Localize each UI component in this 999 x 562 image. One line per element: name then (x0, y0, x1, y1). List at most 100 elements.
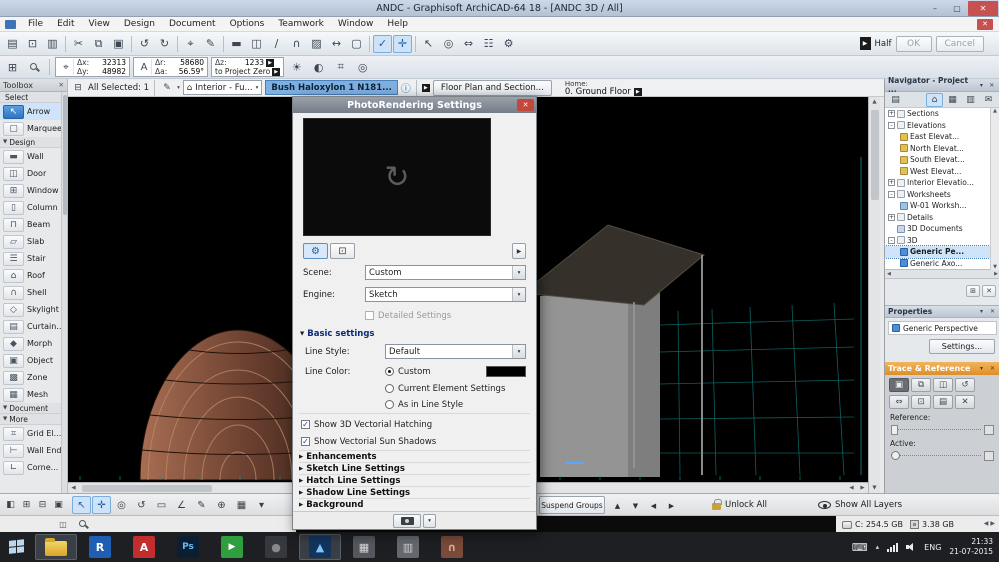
dialog-titlebar[interactable]: PhotoRendering Settings ✕ (293, 97, 536, 113)
tool-grid-element[interactable]: ⌗ Grid El... (0, 425, 67, 442)
new-folder-icon[interactable]: ⊞ (966, 285, 980, 297)
tree-item-details[interactable]: + Details (885, 212, 999, 224)
toolbox-group-design[interactable]: ▼ Design (0, 137, 67, 148)
markup-pen-icon[interactable]: ✎ (192, 496, 211, 514)
mirror-icon[interactable]: ⇔ (459, 35, 478, 53)
tree-item-generic-perspective[interactable]: Generic Pe... (885, 245, 999, 259)
da-input[interactable]: 56.59° (172, 67, 204, 76)
layers-icon[interactable]: ☷ (479, 35, 498, 53)
close-icon[interactable]: ✕ (988, 365, 997, 372)
default-settings-icon[interactable]: ✎ (160, 81, 174, 95)
tree-item-3d-documents[interactable]: 3D Documents (885, 223, 999, 235)
chevron-down-icon[interactable]: ▾ (977, 308, 986, 315)
section-enhancements[interactable]: ▶ Enhancements (299, 450, 530, 462)
menu-edit[interactable]: Edit (50, 19, 81, 29)
splitter-icon[interactable]: ▤ (933, 395, 953, 409)
scroll-right-icon[interactable]: ▶ (990, 520, 995, 527)
as-in-line-style-radio[interactable] (385, 400, 394, 409)
marquee-icon[interactable]: ▢ (347, 35, 366, 53)
cancel-button[interactable]: Cancel (935, 35, 984, 52)
slider-value-box[interactable] (984, 424, 994, 435)
find-select-icon[interactable]: ⌖ (181, 35, 200, 53)
print-icon[interactable]: ▥ (43, 35, 62, 53)
properties-header[interactable]: Properties ▾ ✕ (885, 305, 999, 318)
redo-icon[interactable]: ↻ (155, 35, 174, 53)
show-3d-hatching-checkbox[interactable]: ✓ (301, 420, 310, 429)
menu-window[interactable]: Window (331, 19, 381, 29)
tree-item-east-elevation[interactable]: East Elevat... (885, 131, 999, 143)
scroll-left-icon[interactable]: ◀ (887, 271, 891, 277)
rebuild-icon[interactable]: ↺ (955, 378, 975, 392)
wall-object[interactable] (540, 288, 660, 477)
pen-icon[interactable]: ✎ (201, 35, 220, 53)
switch-reference-icon[interactable]: ◫ (933, 378, 953, 392)
tool-skylight[interactable]: ◇ Skylight (0, 301, 67, 318)
project-map-icon[interactable]: ⌂ (926, 92, 943, 107)
navigator-header[interactable]: Navigator - Project ... ▾ ✕ (885, 76, 999, 94)
project-chooser-icon[interactable]: ▤ (887, 93, 904, 107)
tree-item-w01-worksheet[interactable]: W-01 Worksh... (885, 200, 999, 212)
arc-tool-icon[interactable]: ∩ (287, 35, 306, 53)
close-icon[interactable]: ✕ (517, 99, 534, 111)
sun-icon[interactable]: ☀ (287, 58, 306, 76)
favorites-dropdown[interactable]: ⌂ Interior - Fu... ▾ (182, 80, 263, 95)
pane-bottom-icon[interactable]: ⊟ (35, 497, 50, 513)
sketch-pen-icon[interactable]: ✛ (393, 34, 412, 53)
toolbox-group-document[interactable]: ▼ Document (0, 403, 67, 414)
section-background[interactable]: ▶ Background (299, 498, 530, 510)
tool-wall-end[interactable]: ⊢ Wall End (0, 442, 67, 459)
volume-icon[interactable] (906, 542, 916, 552)
tool-stair[interactable]: ☰ Stair (0, 250, 67, 267)
properties-item[interactable]: Generic Perspective (888, 321, 997, 335)
tool-wall[interactable]: ▬ Wall (0, 148, 67, 165)
tool-object[interactable]: ▣ Object (0, 352, 67, 369)
view-map-icon[interactable]: ▦ (944, 93, 961, 107)
unlock-all-button[interactable]: Unlock All (712, 497, 767, 513)
expand-toggle[interactable]: - (888, 236, 895, 244)
shadow-icon[interactable]: ◐ (309, 58, 328, 76)
nav-forward-icon[interactable]: ▶ (664, 498, 679, 513)
close-icon[interactable]: ✕ (988, 308, 997, 315)
floor-plan-section-button[interactable]: Floor Plan and Section... (432, 79, 552, 96)
expand-toggle[interactable]: - (888, 121, 895, 129)
tree-horizontal-scrollbar[interactable]: ◀ ▶ (885, 270, 999, 279)
layout-book-icon[interactable]: ▥ (962, 93, 979, 107)
menu-document[interactable]: Document (162, 19, 223, 29)
hidden-icons-chevron[interactable]: ▴ (876, 543, 880, 551)
slider-value-box[interactable] (984, 450, 994, 461)
tree-item-worksheets[interactable]: - Worksheets (885, 189, 999, 201)
line-style-select[interactable]: Default ▾ (385, 344, 526, 359)
flyout-arrow-icon[interactable]: ▶ (859, 37, 871, 50)
arrow-cursor-icon[interactable]: ↖ (419, 35, 438, 53)
tool-corner-window[interactable]: ∟ Corne... (0, 459, 67, 476)
select-arrow-icon[interactable]: ↖ (72, 496, 91, 514)
maximize-button[interactable]: ▢ (946, 1, 968, 16)
tree-item-west-elevation[interactable]: West Elevat... (885, 166, 999, 178)
pane-grid-icon[interactable]: ⊞ (19, 497, 34, 513)
remove-icon[interactable]: ✕ (955, 395, 975, 409)
tree-vertical-scrollbar[interactable]: ▲ ▼ (990, 108, 999, 270)
expand-toggle[interactable]: + (888, 213, 895, 221)
chevron-down-icon[interactable]: ▾ (512, 345, 525, 358)
chevron-down-icon[interactable]: ▾ (512, 288, 525, 301)
flyout-arrow-icon[interactable]: ▶ (633, 87, 642, 96)
collapse-icon[interactable]: ⊟ (71, 81, 85, 95)
expand-toggle[interactable]: + (888, 179, 895, 187)
tool-beam[interactable]: ⊓ Beam (0, 216, 67, 233)
info-icon[interactable]: ⓘ (401, 80, 411, 95)
publisher-icon[interactable]: ✉ (980, 93, 997, 107)
network-icon[interactable] (887, 542, 899, 552)
tool-slab[interactable]: ▱ Slab (0, 233, 67, 250)
reference-opacity-slider[interactable] (891, 424, 994, 435)
toolbox-group-more[interactable]: ▼ More (0, 414, 67, 425)
delete-icon[interactable]: ✕ (982, 285, 996, 297)
check-suggest-icon[interactable]: ✓ (373, 34, 392, 53)
refresh-render-icon[interactable]: ↻ (384, 160, 409, 195)
vertical-scrollbar[interactable]: ▲ ▼ (868, 97, 880, 493)
close-button[interactable]: ✕ (968, 1, 998, 16)
keyboard-icon[interactable]: ⌨ (852, 541, 868, 554)
tree-item-sections[interactable]: + Sections (885, 108, 999, 120)
angle-icon[interactable]: ∠ (172, 496, 191, 514)
slider-thumb[interactable] (891, 424, 898, 435)
zoom-icon[interactable] (76, 518, 90, 531)
